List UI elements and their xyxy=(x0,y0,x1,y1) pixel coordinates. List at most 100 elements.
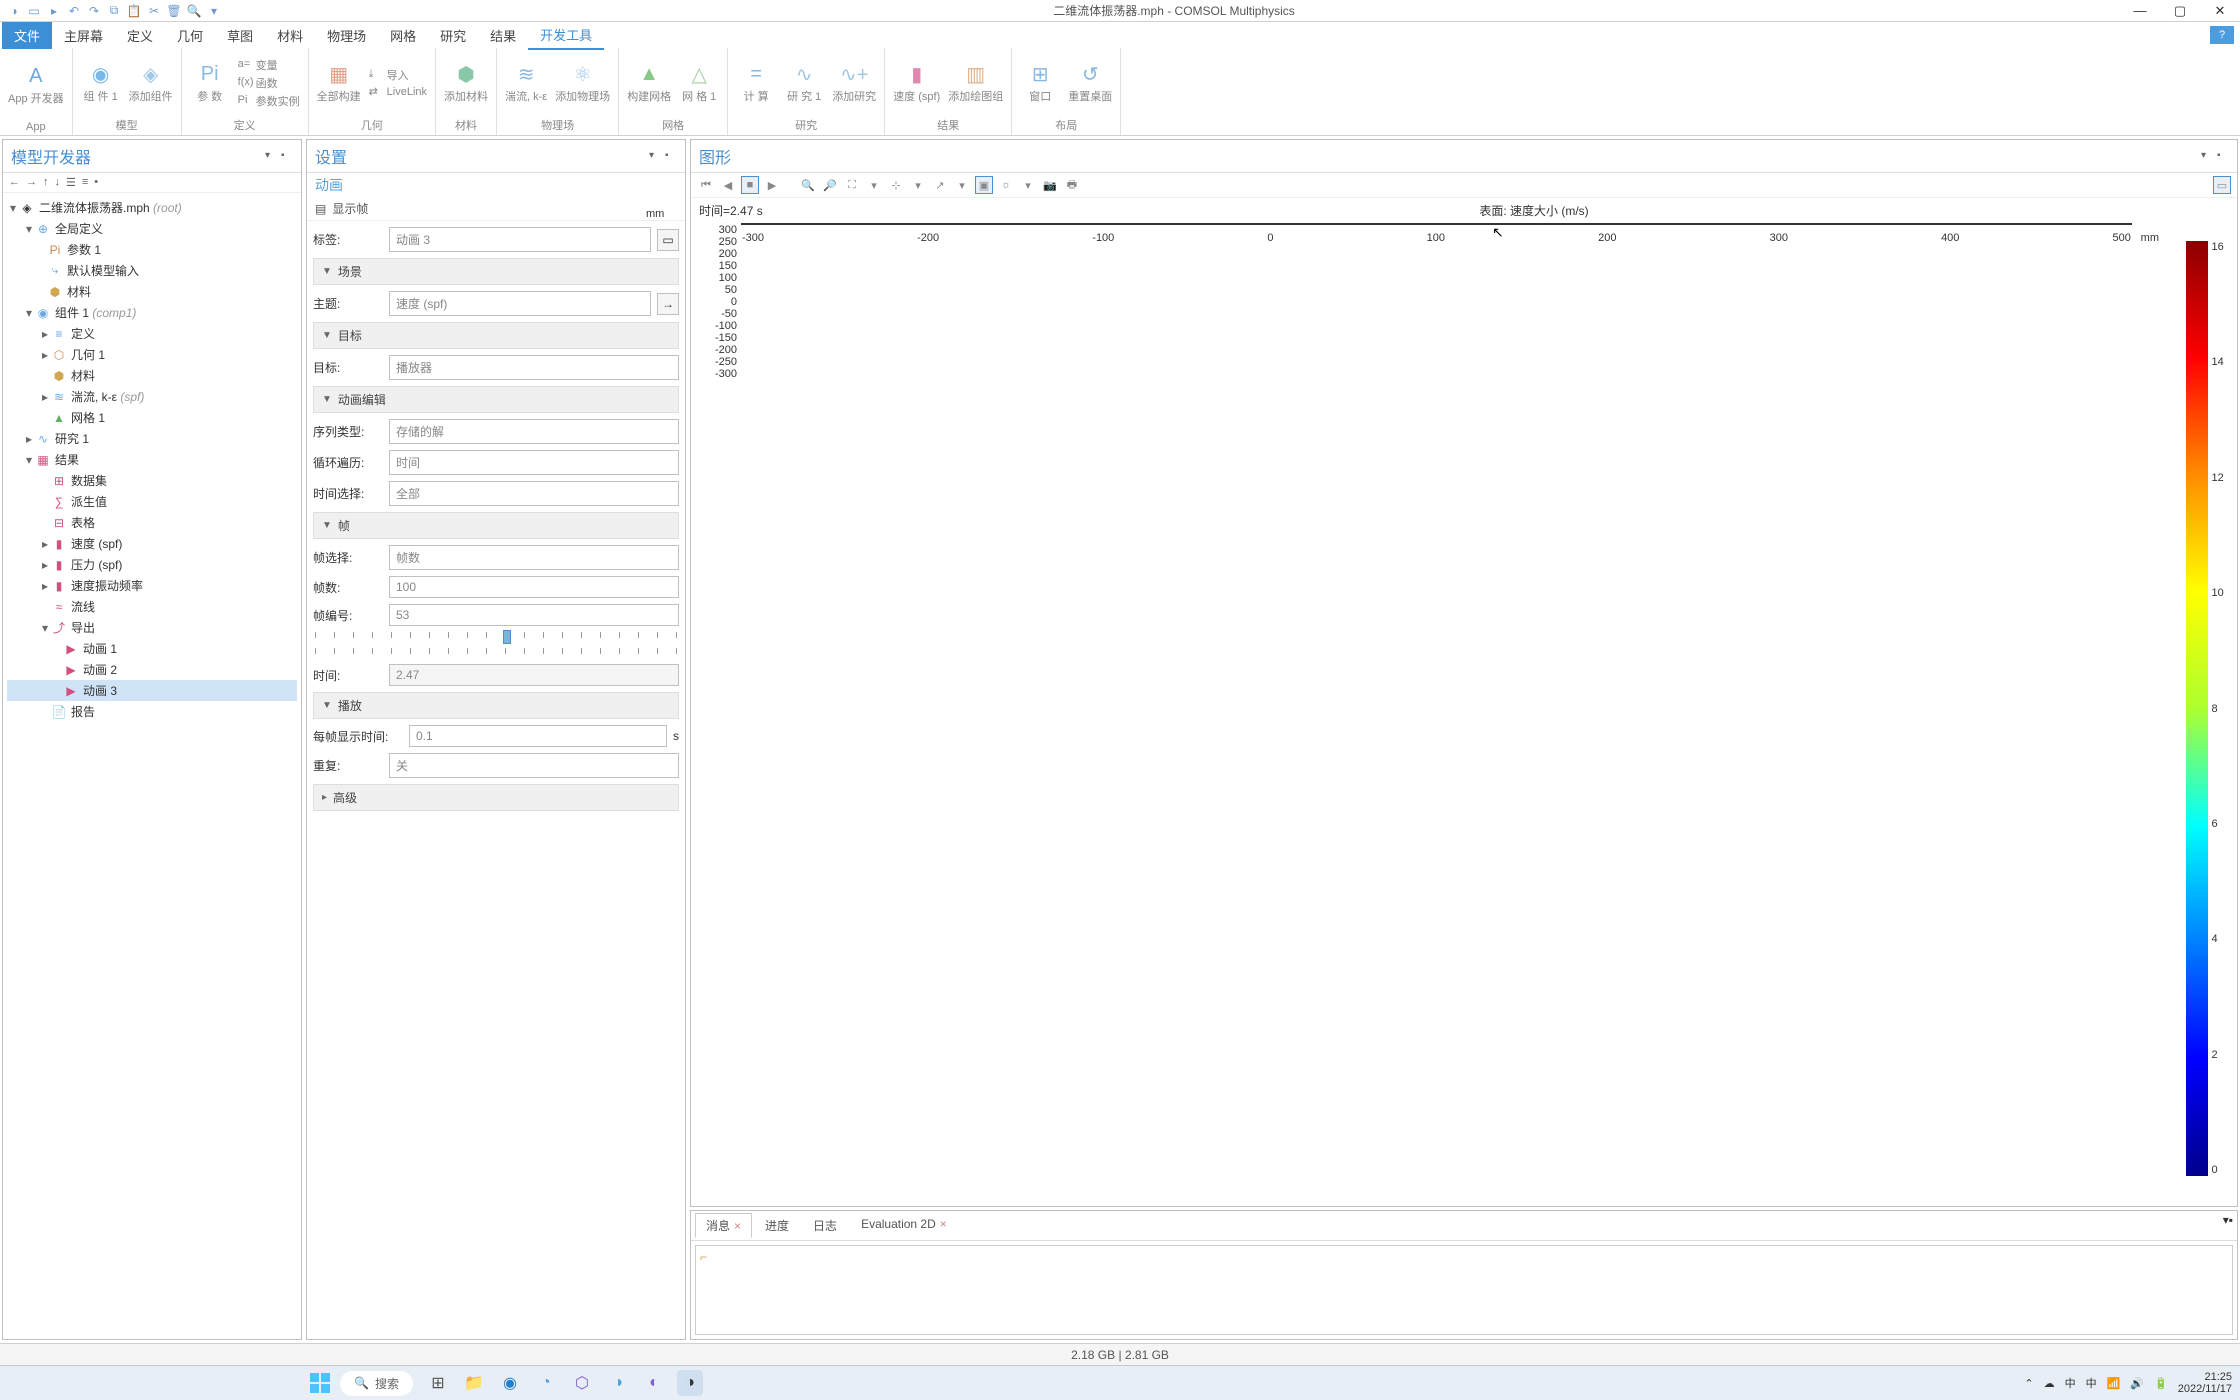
help-button[interactable]: ? xyxy=(2210,26,2234,44)
qat-open-icon[interactable]: ▸ xyxy=(46,3,62,19)
close-icon[interactable]: × xyxy=(940,1217,947,1231)
qat-delete-icon[interactable]: 🗑 xyxy=(166,3,182,19)
seqtype-select[interactable]: 存储的解 xyxy=(389,419,679,444)
tree-default-input[interactable]: 默认模型输入 xyxy=(67,262,139,279)
tab-messages[interactable]: 消息× xyxy=(695,1213,752,1238)
frameno-input[interactable]: 53 xyxy=(389,604,679,626)
broom-icon[interactable]: ⌐ xyxy=(700,1250,707,1264)
zoom-dropdown-icon[interactable]: ▾ xyxy=(865,176,883,194)
tray-onedrive-icon[interactable]: ☁ xyxy=(2044,1377,2055,1390)
tab-progress[interactable]: 进度 xyxy=(754,1213,800,1238)
section-target[interactable]: ▼目标 xyxy=(313,322,679,349)
menu-result[interactable]: 结果 xyxy=(478,22,528,49)
measure-icon[interactable]: ↗ xyxy=(931,176,949,194)
tree-velocity[interactable]: 速度 (spf) xyxy=(71,535,122,552)
camera-icon[interactable]: 📷 xyxy=(1041,176,1059,194)
graphics-detach-icon[interactable]: ▭ xyxy=(2213,176,2231,194)
ribbon-add-plot-group[interactable]: ▥添加绘图组 xyxy=(948,61,1003,104)
qat-comsol-icon[interactable]: ◑ xyxy=(6,3,22,19)
menu-home[interactable]: 主屏幕 xyxy=(52,22,115,49)
tree-nav-fwd-icon[interactable]: → xyxy=(26,176,37,189)
ribbon-window[interactable]: ⊞窗口 xyxy=(1020,61,1060,104)
tree-report[interactable]: 报告 xyxy=(71,703,95,720)
ribbon-add-component[interactable]: ◈添加组件 xyxy=(129,61,173,104)
panel-pin-icon[interactable]: ▪ xyxy=(281,150,293,162)
app-icon-1[interactable]: ◔ xyxy=(533,1370,559,1396)
close-icon[interactable]: × xyxy=(734,1219,741,1233)
timesel-select[interactable]: 全部 xyxy=(389,481,679,506)
section-play[interactable]: ▼播放 xyxy=(313,692,679,719)
qat-redo-icon[interactable]: ↷ xyxy=(86,3,102,19)
ribbon-velocity-plot[interactable]: ▮速度 (spf) xyxy=(893,61,940,104)
qat-paste-icon[interactable]: 📋 xyxy=(126,3,142,19)
tree-global-def[interactable]: 全局定义 xyxy=(55,220,103,237)
tree-def[interactable]: 定义 xyxy=(71,325,95,342)
graphics-plot[interactable]: mm 300250200150100500-50-100-150-200-250… xyxy=(691,223,2237,1206)
section-scene[interactable]: ▼场景 xyxy=(313,258,679,285)
theme-select[interactable]: 速度 (spf) xyxy=(389,291,651,316)
repeat-select[interactable]: 关 xyxy=(389,753,679,778)
ribbon-reset-desktop[interactable]: ↺重置桌面 xyxy=(1068,61,1112,104)
tree-export[interactable]: 导出 xyxy=(71,619,95,636)
tree-velfreq[interactable]: 速度振动频率 xyxy=(71,577,143,594)
tree-datasets[interactable]: 数据集 xyxy=(71,472,107,489)
framecount-input[interactable]: 100 xyxy=(389,576,679,598)
panel-dropdown-icon[interactable]: ▾ xyxy=(265,150,277,162)
messages-body[interactable]: ⌐ xyxy=(695,1245,2233,1335)
minimize-button[interactable]: — xyxy=(2120,0,2160,22)
tray-chevron-icon[interactable]: ⌃ xyxy=(2024,1377,2033,1390)
app-icon-3[interactable]: ◑ xyxy=(605,1370,631,1396)
menu-phys[interactable]: 物理场 xyxy=(315,22,378,49)
tree-streamline[interactable]: 流线 xyxy=(71,598,95,615)
tree-pressure[interactable]: 压力 (spf) xyxy=(71,556,122,573)
explorer-icon[interactable]: 📁 xyxy=(461,1370,487,1396)
tree-comp1[interactable]: 组件 1 (comp1) xyxy=(55,304,136,321)
scene-dropdown-icon[interactable]: ▾ xyxy=(1019,176,1037,194)
label-toggle-button[interactable]: ▭ xyxy=(657,229,679,251)
ribbon-livelink[interactable]: ⇄LiveLink xyxy=(369,85,427,99)
ribbon-study-1[interactable]: ∿研 究 1 xyxy=(784,61,824,104)
menu-mat[interactable]: 材料 xyxy=(265,22,315,49)
tray-battery-icon[interactable]: 🔋 xyxy=(2154,1377,2168,1390)
theme-go-button[interactable]: → xyxy=(657,293,679,315)
tray-wifi-icon[interactable]: 📶 xyxy=(2107,1377,2121,1390)
ribbon-app-builder[interactable]: AApp 开发器 xyxy=(8,63,64,106)
maximize-button[interactable]: ▢ xyxy=(2160,0,2200,22)
tree-param1[interactable]: 参数 1 xyxy=(67,241,101,258)
show-frame-label[interactable]: 显示帧 xyxy=(332,200,368,217)
menu-mesh[interactable]: 网格 xyxy=(378,22,428,49)
ribbon-build-mesh[interactable]: ▲构建网格 xyxy=(627,61,671,104)
perframe-input[interactable]: 0.1 xyxy=(409,725,667,747)
tree-results[interactable]: 结果 xyxy=(55,451,79,468)
start-button[interactable] xyxy=(308,1371,332,1395)
view-mode-icon[interactable]: ▣ xyxy=(975,176,993,194)
taskbar-search[interactable]: 🔍 搜索 xyxy=(340,1371,413,1396)
tab-log[interactable]: 日志 xyxy=(802,1213,848,1238)
zoom-out-icon[interactable]: 🔎 xyxy=(821,176,839,194)
tab-eval2d[interactable]: Evaluation 2D× xyxy=(850,1213,958,1238)
ribbon-add-study[interactable]: ∿+添加研究 xyxy=(832,61,876,104)
section-animedit[interactable]: ▼动画编辑 xyxy=(313,386,679,413)
menu-sketch[interactable]: 草图 xyxy=(215,22,265,49)
ribbon-import[interactable]: ⤓导入 xyxy=(369,67,427,83)
scene-light-icon[interactable]: ☼ xyxy=(997,176,1015,194)
frame-slider-2[interactable] xyxy=(315,648,677,658)
ribbon-component[interactable]: ◉组 件 1 xyxy=(81,61,121,104)
task-view-icon[interactable]: ⊞ xyxy=(425,1370,451,1396)
tree-study1[interactable]: 研究 1 xyxy=(55,430,89,447)
play-prev-icon[interactable]: ◀ xyxy=(719,176,737,194)
menu-def[interactable]: 定义 xyxy=(115,22,165,49)
select-dropdown-icon[interactable]: ▾ xyxy=(909,176,927,194)
tree-expand-icon[interactable]: ≡ xyxy=(82,176,88,189)
play-first-icon[interactable]: ⏮ xyxy=(697,176,715,194)
tree-materials[interactable]: 材料 xyxy=(71,367,95,384)
tray-ime-1[interactable]: 中 xyxy=(2065,1375,2076,1391)
ribbon-add-material[interactable]: ⬢添加材料 xyxy=(444,61,488,104)
close-button[interactable]: ✕ xyxy=(2200,0,2240,22)
qat-more-icon[interactable]: ▾ xyxy=(206,3,222,19)
menu-file[interactable]: 文件 xyxy=(2,22,52,49)
tree-derived[interactable]: 派生值 xyxy=(71,493,107,510)
ribbon-turbulent-flow[interactable]: ≋湍流, k-ε xyxy=(505,61,547,104)
print-icon[interactable]: 🖶 xyxy=(1063,176,1081,194)
play-stop-icon[interactable]: ■ xyxy=(741,176,759,194)
